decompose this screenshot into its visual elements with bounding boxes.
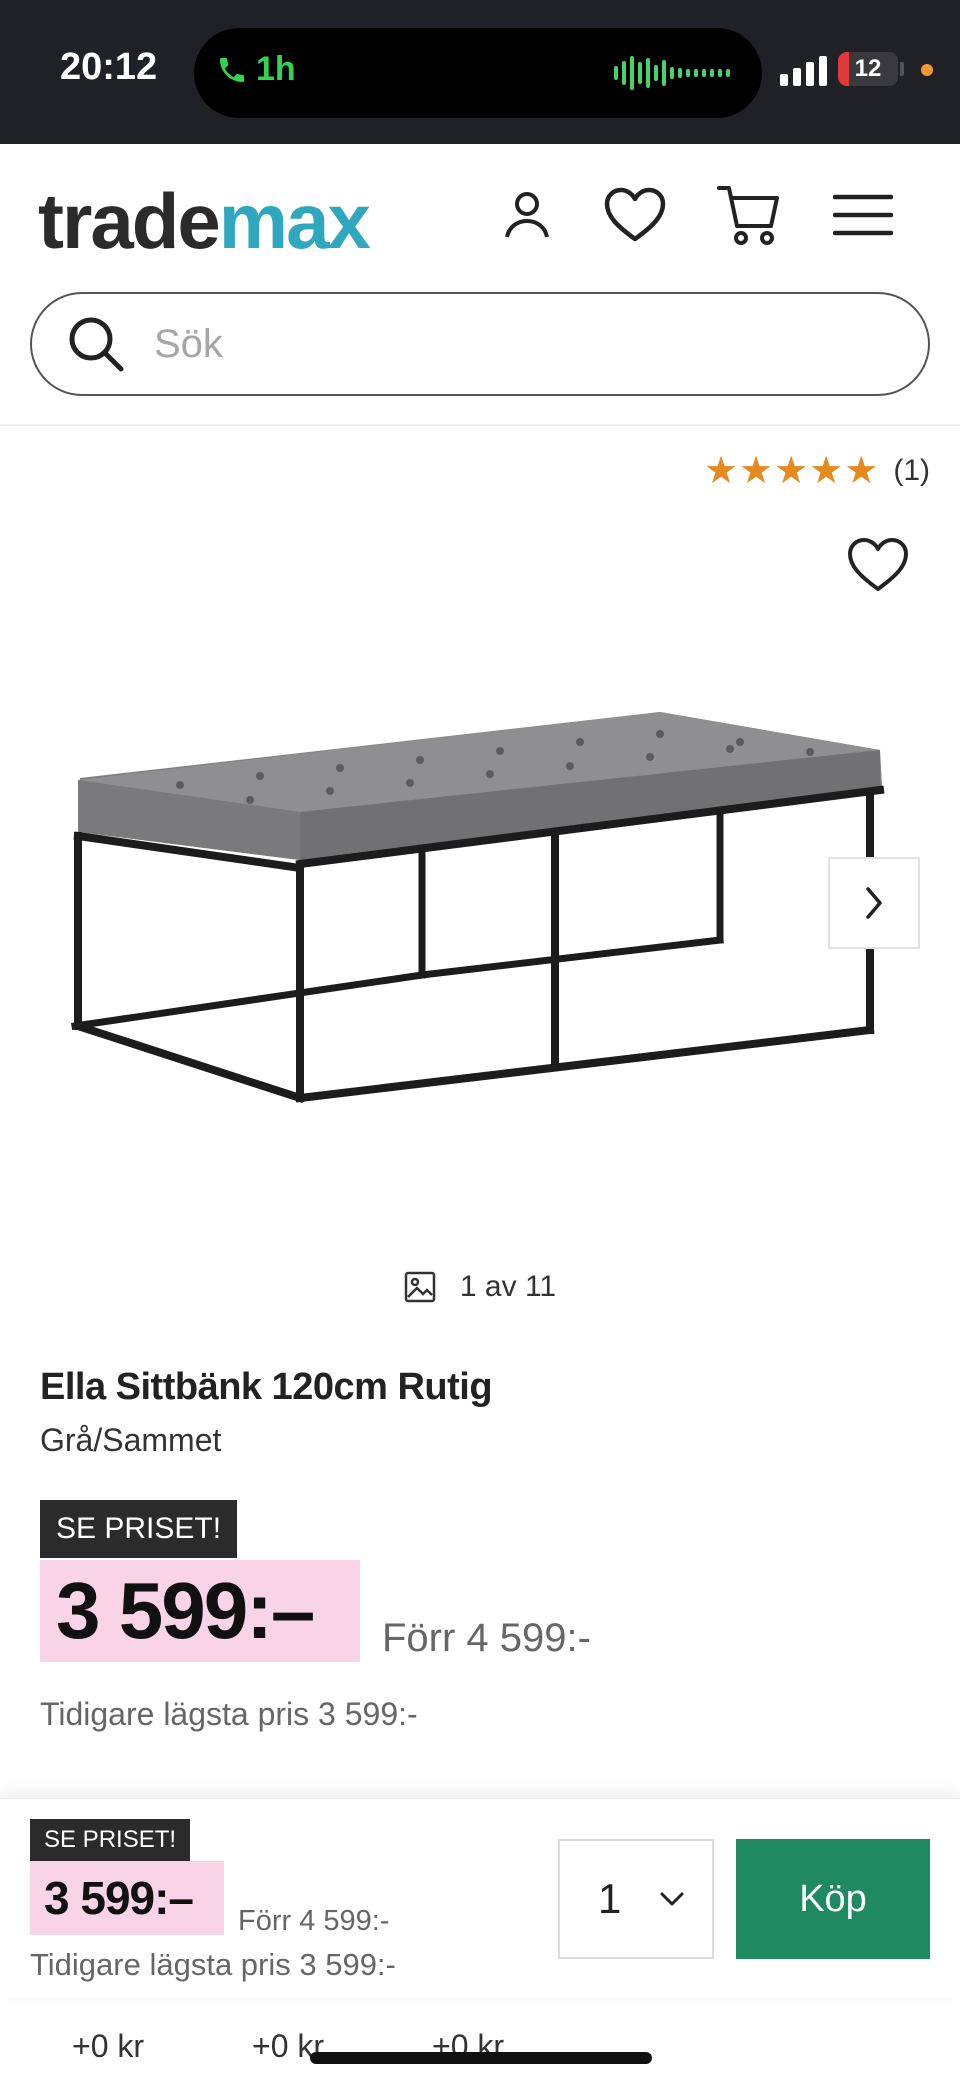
sticky-current-price: 3 599:– [30,1861,224,1935]
signal-icon [780,56,827,86]
search-bar[interactable]: Sök [30,292,930,396]
image-counter[interactable]: 1 av 11 [0,1270,960,1304]
product-title: Ella Sittbänk 120cm Rutig [40,1366,493,1408]
account-icon[interactable] [492,180,562,250]
chevron-right-icon [866,887,882,919]
quantity-value: 1 [598,1875,622,1922]
sticky-lowest-price-note: Tidigare lägsta pris 3 599:- [30,1947,396,1982]
logo-part-trade: trade [38,177,221,265]
product-image[interactable] [60,690,890,1110]
menu-icon[interactable] [828,180,898,250]
buy-button[interactable]: Köp [736,1839,930,1959]
audio-wave-icon [614,54,730,92]
addon-price: +0 kr [72,2028,145,2064]
trademax-logo[interactable]: trademax [38,182,371,260]
gallery-icon [404,1271,436,1303]
call-duration: 1h [256,50,296,88]
sticky-buy-bar: SE PRISET! 3 599:– Förr 4 599:- Tidigare… [0,1798,960,1998]
wishlist-heart-icon[interactable] [846,536,916,600]
battery-tip [900,62,904,76]
active-call[interactable]: 1h [216,50,296,89]
heart-icon[interactable] [600,180,670,250]
sticky-previous-price: Förr 4 599:- [238,1905,390,1937]
phone-icon [220,57,244,82]
home-indicator[interactable] [310,2052,652,2064]
product-rating[interactable]: ★★★★★ (1) [704,448,930,493]
sticky-price-badge: SE PRISET! [30,1819,191,1861]
product-variant: Grå/Sammet [40,1422,222,1458]
logo-part-max: max [218,177,371,265]
image-counter-text: 1 av 11 [459,1270,557,1303]
battery-level: 12 [854,55,882,82]
quantity-select[interactable]: 1 [558,1839,714,1959]
site-header: trademax Sök [0,144,960,426]
price-badge: SE PRISET! [40,1500,238,1558]
dynamic-island[interactable]: 1h [194,28,762,118]
status-bar: 20:12 1h 12 [0,0,960,144]
battery-icon: 12 [838,52,898,86]
lowest-price-note: Tidigare lägsta pris 3 599:- [40,1696,418,1732]
previous-price: Förr 4 599:- [382,1616,591,1660]
chevron-down-icon [660,1892,684,1906]
search-icon [69,317,124,372]
search-placeholder: Sök [154,321,223,366]
rating-count: (1) [893,453,930,487]
sticky-current-price-value: 3 599:– [44,1872,194,1924]
current-price-value: 3 599:– [56,1566,315,1655]
privacy-dot-icon [921,64,933,76]
cart-icon[interactable] [714,180,784,250]
current-price: 3 599:– [40,1560,360,1662]
status-time: 20:12 [60,46,158,88]
rating-stars-icon: ★★★★★ [703,450,880,492]
image-next-button[interactable] [828,857,920,949]
